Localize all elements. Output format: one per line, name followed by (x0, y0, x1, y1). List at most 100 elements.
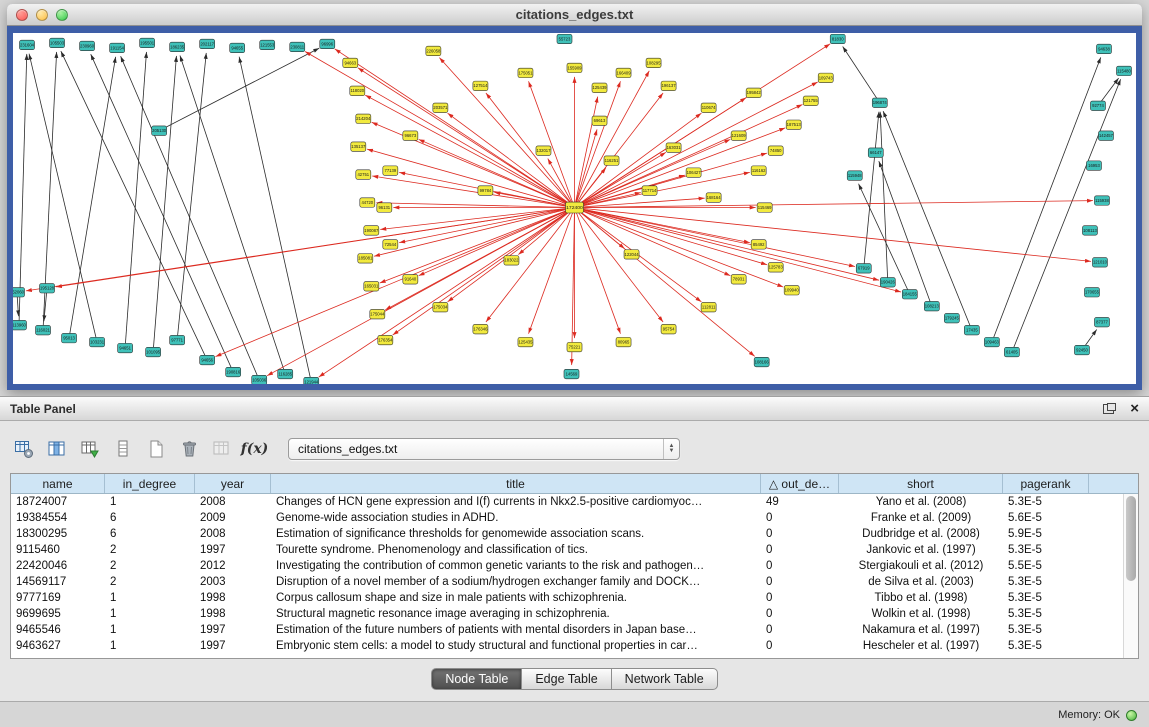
graph-node[interactable]: 91640 (403, 275, 418, 284)
graph-node[interactable]: 95013 (62, 333, 77, 342)
table-settings-button[interactable] (10, 436, 37, 462)
graph-node[interactable]: 190816 (226, 367, 241, 376)
graph-node[interactable]: 155909 (567, 63, 582, 72)
graph-node[interactable]: 168164 (706, 193, 721, 202)
tab-network-table[interactable]: Network Table (611, 668, 718, 690)
graph-node[interactable]: 87377 (1094, 317, 1109, 326)
graph-node[interactable]: 94655 (230, 43, 245, 52)
graph-node[interactable]: 121553 (260, 40, 275, 49)
table-disabled-button[interactable] (208, 436, 235, 462)
graph-node[interactable]: 75221 (567, 342, 582, 351)
graph-node[interactable]: 96673 (403, 131, 418, 140)
graph-node[interactable]: 115938 (1094, 196, 1109, 205)
graph-node[interactable]: 113960 (13, 320, 27, 329)
graph-node[interactable]: 116162 (751, 166, 766, 175)
graph-node[interactable]: 81830 (830, 34, 845, 43)
graph-hub-node[interactable]: 172400 (565, 202, 583, 213)
graph-node[interactable]: 125783 (768, 263, 783, 272)
table-scrollbar[interactable] (1123, 494, 1138, 658)
graph-node[interactable]: 69613 (592, 116, 607, 125)
graph-node[interactable]: 44720 (360, 198, 375, 207)
graph-node[interactable]: 183022 (504, 256, 519, 265)
graph-node[interactable]: 195128 (40, 284, 55, 293)
graph-node[interactable]: 121010 (1092, 258, 1107, 267)
import-table-button[interactable] (76, 436, 103, 462)
column-header-short[interactable]: short (839, 474, 1003, 493)
graph-node[interactable]: 96131 (377, 203, 392, 212)
graph-node[interactable]: 67919 (856, 264, 871, 273)
table-row[interactable]: 977716911998Corpus callosum shape and si… (11, 590, 1123, 606)
graph-node[interactable]: 205130 (152, 126, 167, 135)
graph-node[interactable]: 109743 (818, 73, 833, 82)
column-header-year[interactable]: year (195, 474, 271, 493)
graph-node[interactable]: 170655 (1084, 288, 1099, 297)
graph-node[interactable]: 72544 (383, 240, 398, 249)
graph-node[interactable]: 121944 (304, 377, 319, 384)
graph-node[interactable]: 80965 (616, 337, 631, 346)
graph-node[interactable]: 99784 (478, 186, 493, 195)
graph-node[interactable]: 190426 (880, 278, 895, 287)
graph-node[interactable]: 127514 (473, 81, 488, 90)
graph-node[interactable]: 108213 (924, 301, 939, 310)
graph-node[interactable]: 230960 (80, 41, 95, 50)
graph-node[interactable]: 115480 (1116, 66, 1131, 75)
graph-node[interactable]: 85492 (751, 240, 766, 249)
scrollbar-thumb[interactable] (1126, 496, 1136, 581)
graph-node[interactable]: 230811 (290, 42, 305, 51)
graph-node[interactable]: 175051 (518, 68, 533, 77)
graph-node[interactable]: 92774 (1090, 101, 1105, 110)
graph-node[interactable]: 132017 (536, 146, 551, 155)
graph-node[interactable]: 109940 (784, 286, 799, 295)
graph-node[interactable]: 165031 (364, 282, 379, 291)
graph-node[interactable]: 118020 (350, 86, 365, 95)
graph-node[interactable]: 163031 (666, 143, 681, 152)
graph-node[interactable]: 17435 (964, 325, 979, 334)
graph-node[interactable]: 121755 (803, 96, 818, 105)
table-row[interactable]: 1938455462009Genome-wide association stu… (11, 510, 1123, 526)
graph-node[interactable]: 117714 (642, 186, 657, 195)
graph-node[interactable]: 14569 (564, 369, 579, 378)
graph-node[interactable]: 203571 (433, 103, 448, 112)
graph-node[interactable]: 176354 (378, 335, 393, 344)
graph-node[interactable]: 187513 (786, 120, 801, 129)
graph-node[interactable]: 176346 (473, 324, 488, 333)
table-row[interactable]: 946554611997Estimation of the future num… (11, 622, 1123, 638)
graph-node[interactable]: 135137 (351, 142, 366, 151)
graph-node[interactable]: 202117 (200, 39, 215, 48)
graph-node[interactable]: 125435 (518, 337, 533, 346)
graph-node[interactable]: 195842 (746, 88, 761, 97)
graph-node[interactable]: 94663 (343, 58, 358, 67)
graph-node[interactable]: 42751 (356, 170, 371, 179)
table-row[interactable]: 911546021997Tourette syndrome. Phenomeno… (11, 542, 1123, 558)
graph-node[interactable]: 16953 (1086, 161, 1101, 170)
graph-node[interactable]: 108166 (754, 357, 769, 366)
function-builder-button[interactable]: f(x) (241, 436, 268, 462)
graph-node[interactable]: 74850 (768, 146, 783, 155)
graph-node[interactable]: 105036 (252, 375, 267, 384)
close-panel-icon[interactable]: × (1130, 401, 1139, 416)
graph-node[interactable]: 92450 (1074, 345, 1089, 354)
graph-node[interactable]: 97771 (170, 335, 185, 344)
graph-node[interactable]: 101095 (146, 347, 161, 356)
graph-node[interactable]: 122044 (624, 250, 639, 259)
graph-node[interactable]: 175044 (370, 309, 385, 318)
graph-node[interactable]: 185081 (358, 254, 373, 263)
show-rows-button[interactable] (109, 436, 136, 462)
close-window-button[interactable] (16, 9, 28, 21)
graph-node[interactable]: 231604 (20, 40, 35, 49)
graph-node[interactable]: 95754 (661, 324, 676, 333)
graph-node[interactable]: 116251 (604, 156, 619, 165)
graph-node[interactable]: 166409 (616, 68, 631, 77)
graph-node[interactable]: 125439 (592, 83, 607, 92)
graph-node[interactable]: 191154 (110, 43, 125, 52)
column-header-title[interactable]: title (271, 474, 761, 493)
graph-node[interactable]: 77139 (383, 166, 398, 175)
graph-node[interactable]: 115469 (757, 203, 772, 212)
tab-edge-table[interactable]: Edge Table (521, 668, 611, 690)
graph-node[interactable]: 55723 (557, 34, 572, 43)
table-row[interactable]: 1456911722003Disruption of a novel membe… (11, 574, 1123, 590)
graph-node[interactable]: 190087 (364, 226, 379, 235)
graph-node[interactable]: 96996 (320, 39, 335, 48)
graph-node[interactable]: 196137 (661, 81, 676, 90)
graph-node[interactable]: 116021 (36, 325, 51, 334)
